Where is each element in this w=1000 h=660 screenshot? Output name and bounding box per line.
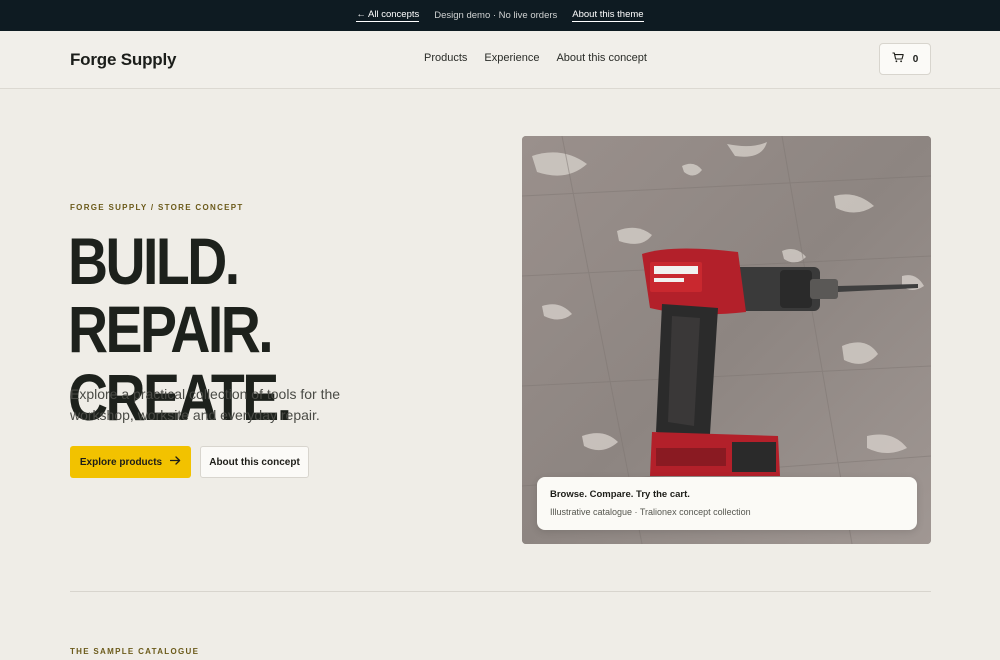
demo-topbar: ← All concepts Design demo · No live ord… — [0, 0, 1000, 31]
site-logo[interactable]: Forge Supply — [70, 50, 176, 70]
about-theme-link[interactable]: About this theme — [572, 9, 644, 22]
about-concept-button[interactable]: About this concept — [200, 446, 309, 478]
cart-button[interactable]: 0 — [879, 43, 931, 75]
site-header: Forge Supply Products Experience About t… — [0, 31, 1000, 89]
section-divider — [70, 591, 931, 592]
explore-products-button[interactable]: Explore products — [70, 446, 191, 478]
nav-item-experience[interactable]: Experience — [484, 52, 539, 64]
demo-notice: Design demo · No live orders — [434, 10, 558, 21]
nav-item-about-concept[interactable]: About this concept — [556, 52, 647, 64]
catalogue-section-label: THE SAMPLE CATALOGUE — [70, 647, 200, 656]
shopping-cart-icon — [892, 52, 904, 66]
headline-line-1: BUILD. REPAIR. — [68, 224, 274, 366]
caption-subtitle: Illustrative catalogue · Tralionex conce… — [550, 507, 751, 517]
explore-products-label: Explore products — [79, 456, 163, 468]
hero-description: Explore a practical collection of tools … — [70, 386, 341, 423]
main-nav: Products Experience About this concept — [424, 52, 647, 64]
nav-item-products[interactable]: Products — [424, 52, 467, 64]
arrow-right-icon — [169, 456, 181, 468]
hero-caption-card: Browse. Compare. Try the cart. Illustrat… — [537, 477, 917, 530]
hero-eyebrow: FORGE SUPPLY / STORE CONCEPT — [70, 203, 244, 212]
caption-title: Browse. Compare. Try the cart. — [550, 489, 690, 500]
cart-count: 0 — [912, 53, 919, 65]
all-concepts-link[interactable]: ← All concepts — [356, 9, 420, 22]
